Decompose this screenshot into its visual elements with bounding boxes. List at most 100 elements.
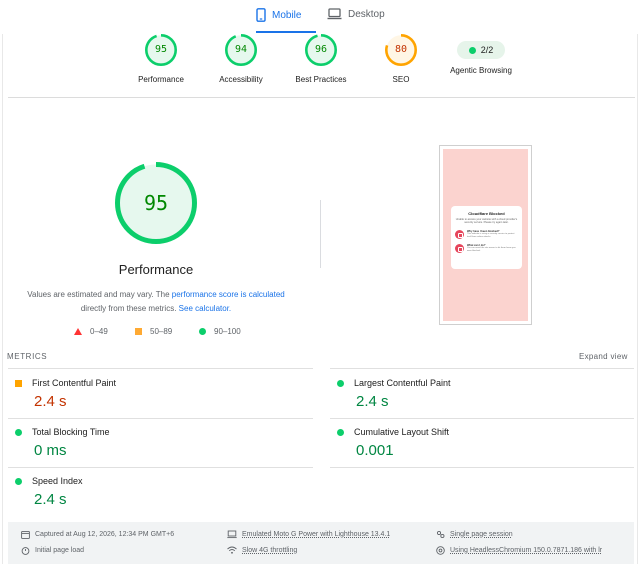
network-throttling[interactable]: Slow 4G throttling <box>227 546 297 554</box>
score-value: 96 <box>314 44 328 55</box>
gauge-accessibility[interactable]: 94 Accessibility <box>196 34 286 84</box>
gauge-best-practices[interactable]: 96 Best Practices <box>276 34 366 84</box>
device-tabs: Mobile Desktop <box>0 0 643 34</box>
metric-name: First Contentful Paint <box>32 378 117 388</box>
phone-icon <box>256 8 266 22</box>
tab-mobile-label: Mobile <box>272 9 302 21</box>
score-value: 95 <box>154 44 168 55</box>
gauge-performance[interactable]: 95 Performance <box>116 34 206 84</box>
metric-lcp: Largest Contentful Paint 2.4 s <box>337 378 637 426</box>
score-ring: 80 <box>385 34 417 66</box>
mail-icon <box>455 243 464 253</box>
metric-name: Largest Contentful Paint <box>354 378 451 388</box>
performance-gauge: 95 <box>115 162 197 244</box>
divider <box>8 97 635 98</box>
emulated-text: Emulated Moto G Power with Lighthouse 13… <box>242 531 391 538</box>
metrics-heading: METRICS <box>7 352 48 361</box>
gauge-label: SEO <box>392 75 410 84</box>
timer-icon <box>21 547 30 555</box>
divider <box>330 368 634 369</box>
screenshot-card: Cloudflare Blocked Unable to access your… <box>451 206 522 269</box>
pass-circle-icon <box>337 428 344 436</box>
square-icon <box>135 328 142 335</box>
person-icon <box>436 530 445 539</box>
screenshot-row: Why have I been blocked? This website is… <box>455 229 518 239</box>
tab-desktop[interactable]: Desktop <box>327 8 385 20</box>
score-ring: 95 <box>145 34 177 66</box>
page-screenshot-thumbnail[interactable]: Cloudflare Blocked Unable to access your… <box>439 145 532 325</box>
metric-cls: Cumulative Layout Shift 0.001 <box>337 427 637 475</box>
performance-score: 95 <box>143 191 169 215</box>
pass-circle-icon <box>15 477 22 485</box>
screenshot-row-text: You can email the site owner to let them… <box>467 246 516 252</box>
tab-desktop-label: Desktop <box>348 8 385 20</box>
pass-circle-icon <box>337 379 344 387</box>
metric-value: 2.4 s <box>356 393 389 410</box>
score-ring: 96 <box>305 34 337 66</box>
note-text: Values are estimated and may vary. The <box>27 290 172 299</box>
metric-value: 0 ms <box>34 442 67 459</box>
screenshot-text: Unable to access your website with a clo… <box>455 218 518 225</box>
metric-tbt: Total Blocking Time 0 ms <box>15 427 315 475</box>
legend-pass: 90–100 <box>199 327 241 336</box>
score-legend: 0–49 50–89 90–100 <box>0 327 320 339</box>
metric-value: 0.001 <box>356 442 394 459</box>
screenshot-background: Cloudflare Blocked Unable to access your… <box>443 149 528 321</box>
expand-view-toggle[interactable]: Expand view <box>579 352 628 361</box>
chrome-icon <box>436 546 445 555</box>
metric-name: Cumulative Layout Shift <box>354 427 450 437</box>
pass-circle-icon <box>15 428 22 436</box>
circle-icon <box>199 328 206 335</box>
see-calculator-link[interactable]: See calculator. <box>179 304 231 313</box>
initial-load: Initial page load <box>21 546 84 555</box>
pass-dot-icon <box>468 46 476 54</box>
gauge-seo[interactable]: 80 SEO <box>356 34 446 84</box>
browser-version[interactable]: Using HeadlessChromium 150.0.7871.186 wi… <box>436 546 602 555</box>
screenshot-title: Cloudflare Blocked <box>468 211 505 216</box>
browser-text: Using HeadlessChromium 150.0.7871.186 wi… <box>450 547 603 554</box>
session-text: Single page session <box>450 531 513 538</box>
screenshot-row-text: This website is using a security service… <box>467 232 515 238</box>
divider <box>8 368 313 369</box>
screenshot-row: What can I do? You can email the site ow… <box>455 243 518 253</box>
wifi-icon <box>227 546 237 554</box>
runtime-settings-footer: Captured at Aug 12, 2026, 12:34 PM GMT+6… <box>8 522 634 564</box>
metric-value: 2.4 s <box>34 491 67 508</box>
gauge-agentic-browsing[interactable]: 2/2 Agentic Browsing <box>436 34 526 75</box>
initial-text: Initial page load <box>35 547 85 554</box>
gauge-label: Agentic Browsing <box>450 66 512 75</box>
score-ring: 94 <box>225 34 257 66</box>
session-type[interactable]: Single page session <box>436 530 513 539</box>
legend-average: 50–89 <box>135 327 172 336</box>
legend-label: 50–89 <box>150 327 173 336</box>
score-value: 80 <box>394 44 408 55</box>
note-text: directly from these metrics. <box>80 304 179 313</box>
calendar-icon <box>21 530 30 539</box>
agentic-score: 2/2 <box>480 45 494 55</box>
legend-label: 0–49 <box>90 327 108 336</box>
legend-label: 90–100 <box>214 327 241 336</box>
tab-mobile[interactable]: Mobile <box>256 8 301 22</box>
metric-name: Total Blocking Time <box>32 427 110 437</box>
triangle-icon <box>74 328 82 335</box>
score-value: 94 <box>234 44 248 55</box>
metric-speed-index: Speed Index 2.4 s <box>15 476 315 524</box>
gauge-label: Best Practices <box>295 75 347 84</box>
laptop-icon <box>327 8 342 20</box>
laptop-icon <box>227 530 237 539</box>
gauge-label: Performance <box>138 75 184 84</box>
panel-border <box>2 34 3 564</box>
throttling-text: Slow 4G throttling <box>242 546 298 554</box>
performance-title: Performance <box>118 262 194 277</box>
metric-value: 2.4 s <box>34 393 67 410</box>
average-square-icon <box>15 379 22 387</box>
emulated-device[interactable]: Emulated Moto G Power with Lighthouse 13… <box>227 530 390 539</box>
metric-name: Speed Index <box>32 476 83 486</box>
gauge-label: Accessibility <box>219 75 263 84</box>
score-calculated-link[interactable]: performance score is calculated <box>172 290 285 299</box>
agentic-pill: 2/2 <box>457 41 505 59</box>
captured-text: Captured at Aug 12, 2026, 12:34 PM GMT+6 <box>35 531 175 538</box>
metric-fcp: First Contentful Paint 2.4 s <box>15 378 315 426</box>
category-scores: 95 Performance 94 Accessibility 96 Best … <box>0 34 643 96</box>
vertical-divider <box>320 200 321 268</box>
